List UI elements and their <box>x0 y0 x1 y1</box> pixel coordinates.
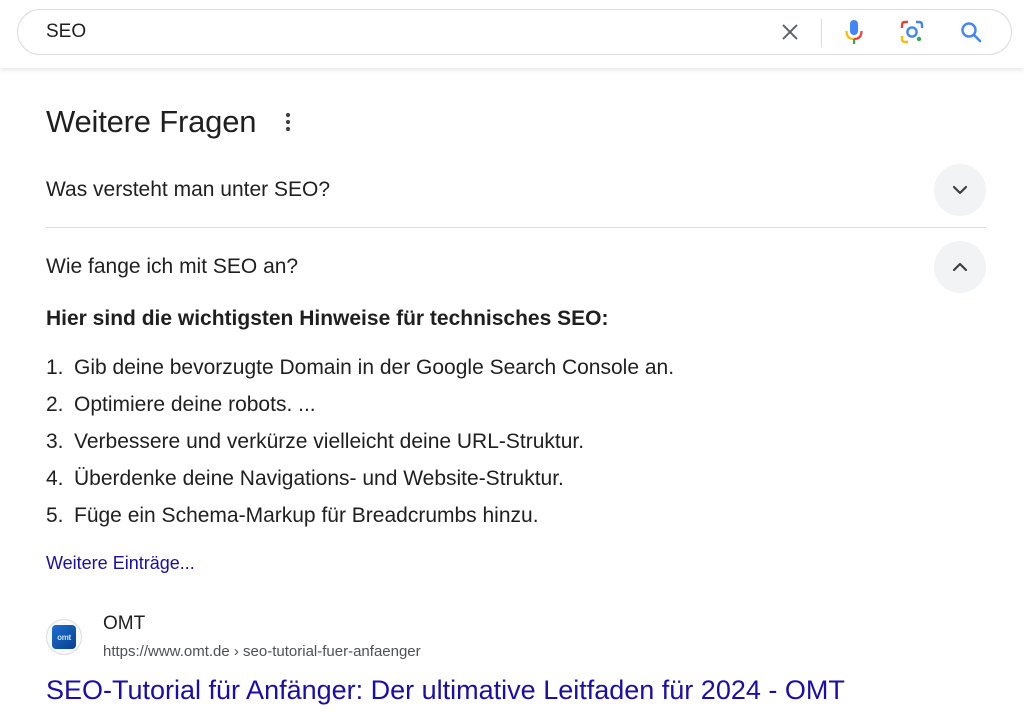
chevron-down-icon <box>952 185 968 195</box>
expand-button[interactable] <box>934 164 986 216</box>
list-item: 5. Füge ein Schema-Markup für Breadcrumbs… <box>46 497 674 534</box>
question-text: Was versteht man unter SEO? <box>46 178 331 201</box>
search-icon <box>961 22 982 43</box>
collapse-button[interactable] <box>934 241 986 293</box>
question-item[interactable]: Was versteht man unter SEO? <box>46 164 986 216</box>
more-options-button[interactable] <box>276 104 300 140</box>
question-divider <box>46 227 986 228</box>
chevron-up-icon <box>952 262 968 272</box>
list-item-number: 4. <box>46 467 64 490</box>
omt-logo: omt <box>52 625 76 649</box>
voice-search-button[interactable] <box>832 10 876 54</box>
list-item: 2. Optimiere deine robots. ... <box>46 386 674 423</box>
lens-search-button[interactable] <box>890 10 934 54</box>
result-title-link[interactable]: SEO-Tutorial für Anfänger: Der ultimativ… <box>46 675 845 706</box>
list-item-number: 3. <box>46 430 64 453</box>
search-results-page: Weitere Fragen Was versteht man unter SE… <box>0 0 1024 715</box>
more-entries-link[interactable]: Weitere Einträge... <box>46 553 195 574</box>
people-also-ask-header: Weitere Fragen <box>46 100 446 144</box>
site-favicon[interactable]: omt <box>46 619 82 655</box>
close-icon <box>782 24 798 40</box>
list-item-number: 5. <box>46 504 64 527</box>
list-item-text: Überdenke deine Navigations- und Website… <box>74 467 564 490</box>
search-box <box>17 9 1012 55</box>
list-item-text: Optimiere deine robots. ... <box>74 393 316 416</box>
list-item-number: 1. <box>46 356 64 379</box>
site-name[interactable]: OMT <box>103 613 145 635</box>
search-input[interactable] <box>46 10 746 54</box>
search-button[interactable] <box>949 10 993 54</box>
camera-lens-icon <box>900 20 924 44</box>
microphone-icon <box>845 20 863 44</box>
list-item-text: Gib deine bevorzugte Domain in der Googl… <box>74 356 675 379</box>
list-item-text: Füge ein Schema-Markup für Breadcrumbs h… <box>74 504 539 527</box>
search-header <box>0 0 1024 68</box>
section-title: Weitere Fragen <box>46 104 257 139</box>
answer-heading: Hier sind die wichtigsten Hinweise für t… <box>46 307 609 330</box>
question-text: Wie fange ich mit SEO an? <box>46 255 299 278</box>
list-item-number: 2. <box>46 393 64 416</box>
search-divider <box>821 19 822 47</box>
list-item: 3. Verbessere und verkürze vielleicht dei… <box>46 423 674 460</box>
site-url[interactable]: https://www.omt.de › seo-tutorial-fuer-a… <box>103 643 421 660</box>
list-item: 4. Überdenke deine Navigations- und Websi… <box>46 460 674 497</box>
list-item-text: Verbessere und verkürze vielleicht deine… <box>74 430 585 453</box>
clear-button[interactable] <box>768 10 812 54</box>
question-item-expanded[interactable]: Wie fange ich mit SEO an? <box>46 241 986 293</box>
more-vertical-icon <box>286 112 291 132</box>
answer-list: 1. Gib deine bevorzugte Domain in der Goo… <box>46 349 674 534</box>
list-item: 1. Gib deine bevorzugte Domain in der Goo… <box>46 349 674 386</box>
